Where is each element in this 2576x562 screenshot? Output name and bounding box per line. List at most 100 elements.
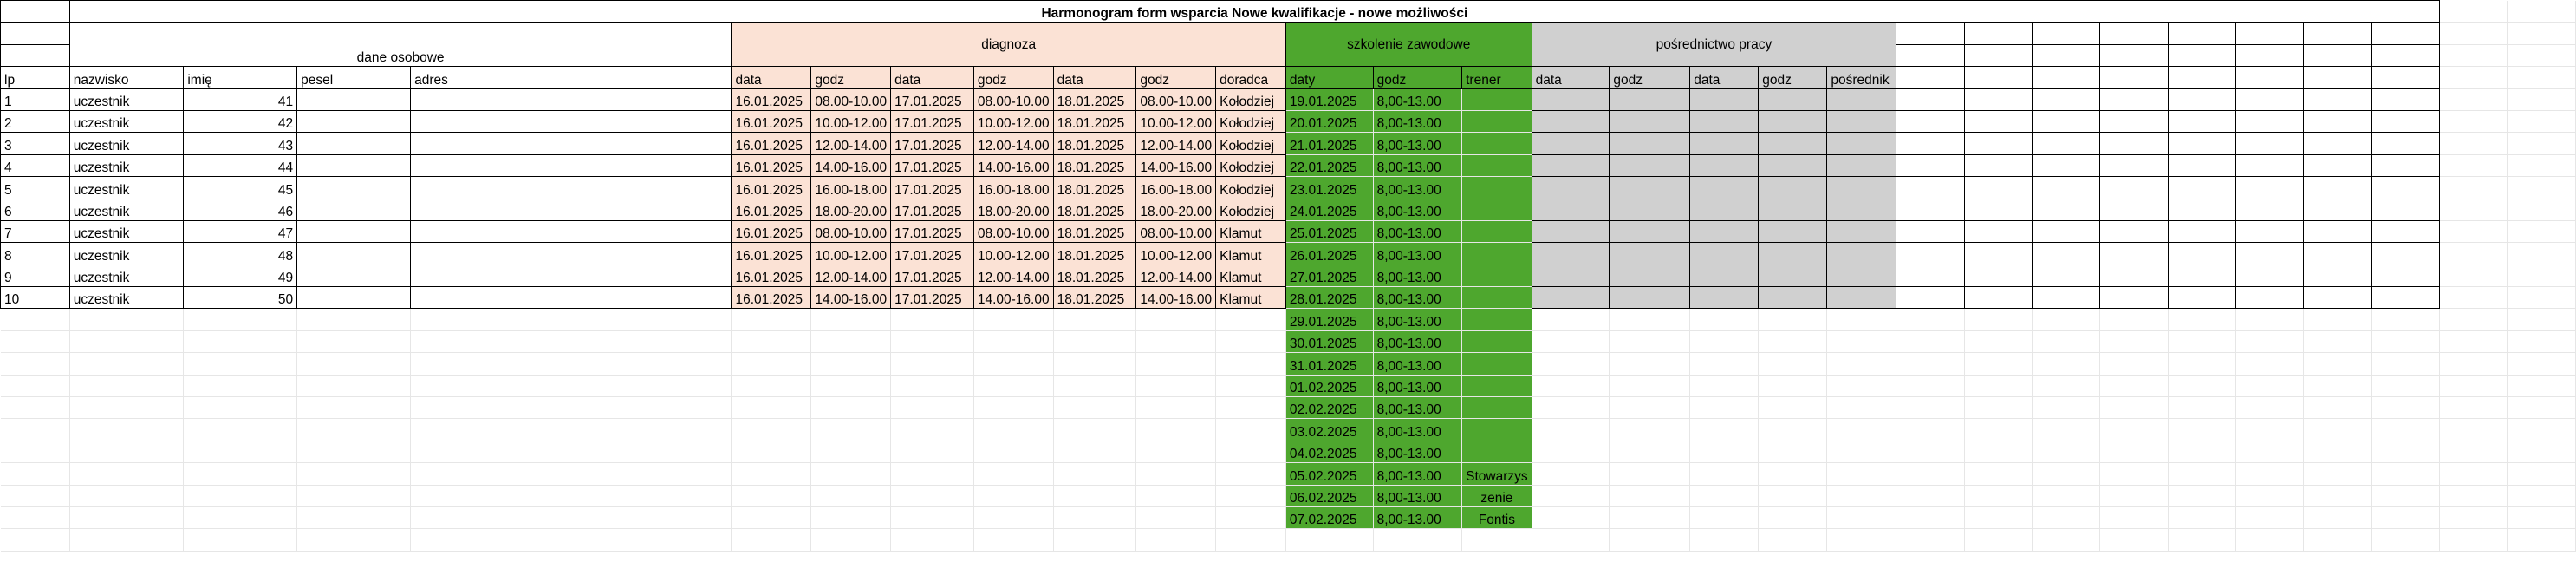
cell-training-date[interactable]: 27.01.2025 bbox=[1285, 265, 1374, 288]
empty-cell[interactable] bbox=[2439, 418, 2508, 441]
empty-cell[interactable] bbox=[2507, 462, 2576, 486]
cell-training-hours[interactable]: 8,00-13.00 bbox=[1373, 88, 1463, 111]
cell-diag-date-3[interactable]: 18.01.2025 bbox=[1052, 109, 1137, 134]
cell-posrednictwo[interactable] bbox=[1531, 176, 1610, 199]
cell-imie[interactable]: 41 bbox=[183, 88, 298, 111]
cell-training-date[interactable]: 04.02.2025 bbox=[1285, 441, 1374, 464]
empty-cell[interactable] bbox=[2371, 242, 2441, 265]
empty-cell[interactable] bbox=[2099, 154, 2169, 178]
empty-cell[interactable] bbox=[2235, 352, 2305, 376]
empty-cell[interactable] bbox=[810, 462, 892, 486]
header-godz[interactable]: godz bbox=[1135, 66, 1217, 89]
empty-cell[interactable] bbox=[296, 506, 412, 530]
header-godz[interactable]: godz bbox=[973, 66, 1054, 89]
cell-training-hours[interactable]: 8,00-13.00 bbox=[1373, 308, 1463, 331]
cell-posrednictwo[interactable] bbox=[1758, 242, 1828, 265]
cell-nazwisko[interactable]: uczestnik bbox=[68, 109, 185, 134]
empty-cell[interactable] bbox=[2235, 375, 2305, 398]
empty-cell[interactable] bbox=[1896, 88, 1965, 111]
cell-diag-hours-2[interactable]: 18.00-20.00 bbox=[973, 198, 1054, 221]
empty-cell[interactable] bbox=[2099, 418, 2169, 441]
empty-cell[interactable] bbox=[183, 441, 298, 464]
empty-cell[interactable] bbox=[1532, 352, 1610, 376]
empty-cell[interactable] bbox=[1963, 88, 2033, 111]
empty-cell[interactable] bbox=[69, 396, 185, 420]
empty-cell[interactable] bbox=[731, 375, 812, 398]
empty-cell[interactable] bbox=[69, 330, 185, 354]
empty-cell[interactable] bbox=[69, 375, 185, 398]
empty-cell[interactable] bbox=[296, 330, 412, 354]
empty-cell[interactable] bbox=[0, 375, 70, 398]
empty-cell[interactable] bbox=[69, 528, 185, 552]
empty-cell[interactable] bbox=[296, 375, 412, 398]
empty-cell[interactable] bbox=[1609, 485, 1691, 507]
cell-trener[interactable] bbox=[1461, 330, 1532, 354]
empty-cell[interactable] bbox=[2371, 22, 2441, 45]
empty-cell[interactable] bbox=[2507, 375, 2576, 398]
empty-cell[interactable] bbox=[2234, 242, 2305, 265]
cell-training-date[interactable]: 28.01.2025 bbox=[1285, 286, 1374, 310]
empty-cell[interactable] bbox=[2031, 66, 2101, 89]
cell-lp[interactable]: 9 bbox=[0, 264, 70, 288]
empty-cell[interactable] bbox=[1896, 219, 1965, 244]
empty-cell[interactable] bbox=[890, 396, 974, 420]
cell-imie[interactable]: 43 bbox=[183, 132, 298, 155]
empty-cell[interactable] bbox=[1532, 528, 1610, 552]
empty-cell[interactable] bbox=[1053, 462, 1137, 486]
empty-cell[interactable] bbox=[0, 418, 70, 441]
empty-cell[interactable] bbox=[1609, 396, 1691, 420]
empty-cell[interactable] bbox=[1896, 375, 1965, 398]
header-godz[interactable]: godz bbox=[810, 66, 892, 89]
cell-diag-hours-3[interactable]: 10.00-12.00 bbox=[1135, 109, 1217, 134]
cell-training-hours[interactable]: 8,00-13.00 bbox=[1373, 462, 1463, 486]
cell-diag-date-2[interactable]: 17.01.2025 bbox=[890, 154, 974, 178]
empty-cell[interactable] bbox=[2032, 396, 2101, 420]
empty-cell[interactable] bbox=[1609, 462, 1691, 486]
empty-cell[interactable] bbox=[890, 441, 974, 464]
empty-cell[interactable] bbox=[1215, 330, 1286, 354]
sheet-title[interactable]: Harmonogram form wsparcia Nowe kwalifika… bbox=[68, 0, 2441, 23]
cell-posrednictwo[interactable] bbox=[1689, 242, 1760, 265]
empty-cell[interactable] bbox=[1896, 352, 1965, 376]
empty-cell[interactable] bbox=[2032, 485, 2101, 507]
empty-cell[interactable] bbox=[2371, 109, 2441, 134]
empty-cell[interactable] bbox=[1896, 43, 1965, 68]
cell-trener[interactable] bbox=[1461, 286, 1532, 310]
cell-posrednictwo[interactable] bbox=[1826, 198, 1897, 221]
empty-cell[interactable] bbox=[1826, 441, 1897, 464]
empty-cell[interactable] bbox=[1896, 132, 1965, 155]
empty-cell[interactable] bbox=[1964, 441, 2033, 464]
cell-diag-date-2[interactable]: 17.01.2025 bbox=[890, 176, 974, 199]
cell-nazwisko[interactable]: uczestnik bbox=[68, 286, 185, 310]
cell-posrednictwo[interactable] bbox=[1826, 242, 1897, 265]
empty-cell[interactable] bbox=[0, 441, 70, 464]
empty-cell[interactable] bbox=[973, 462, 1054, 486]
empty-cell[interactable] bbox=[2234, 176, 2305, 199]
empty-cell[interactable] bbox=[1963, 22, 2033, 45]
empty-cell[interactable] bbox=[2439, 352, 2508, 376]
empty-cell[interactable] bbox=[2303, 308, 2372, 331]
empty-cell[interactable] bbox=[1963, 242, 2033, 265]
empty-cell[interactable] bbox=[2099, 352, 2169, 376]
cell-posrednictwo[interactable] bbox=[1826, 264, 1897, 288]
empty-cell[interactable] bbox=[2032, 418, 2101, 441]
header-adres[interactable]: adres bbox=[410, 66, 732, 89]
empty-cell[interactable] bbox=[2234, 109, 2305, 134]
empty-cell[interactable] bbox=[810, 308, 892, 331]
empty-cell[interactable] bbox=[0, 396, 70, 420]
cell-training-hours[interactable]: 8,00-13.00 bbox=[1373, 441, 1463, 464]
empty-cell[interactable] bbox=[2439, 242, 2508, 265]
cell-diag-date-3[interactable]: 18.01.2025 bbox=[1052, 88, 1137, 111]
cell-diag-hours-3[interactable]: 14.00-16.00 bbox=[1135, 286, 1217, 310]
cell-diag-date-2[interactable]: 17.01.2025 bbox=[890, 109, 974, 134]
empty-cell[interactable] bbox=[1689, 308, 1760, 331]
empty-cell[interactable] bbox=[2371, 66, 2441, 89]
cell-diag-hours-2[interactable]: 12.00-14.00 bbox=[973, 132, 1054, 155]
empty-cell[interactable] bbox=[1758, 462, 1828, 486]
cell-posrednictwo[interactable] bbox=[1531, 198, 1610, 221]
empty-cell[interactable] bbox=[0, 43, 70, 68]
cell-training-hours[interactable]: 8,00-13.00 bbox=[1373, 132, 1463, 155]
cell-posrednictwo[interactable] bbox=[1689, 264, 1760, 288]
cell-imie[interactable]: 44 bbox=[183, 154, 298, 178]
empty-cell[interactable] bbox=[2235, 308, 2305, 331]
